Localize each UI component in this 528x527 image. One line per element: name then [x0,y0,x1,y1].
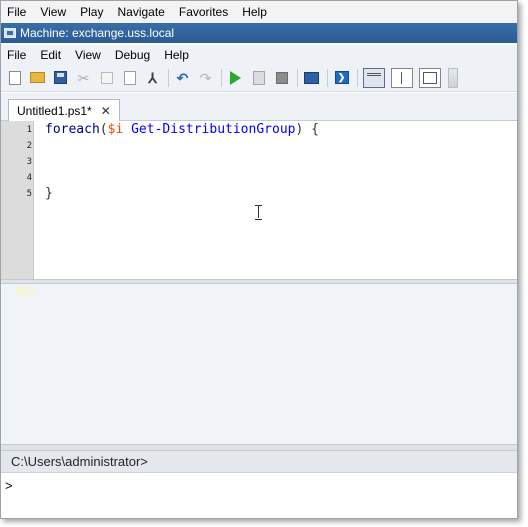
keyword-token: foreach [45,122,100,137]
app-window: File View Play Navigate Favorites Help M… [0,0,518,519]
layout-right-button[interactable] [390,67,414,88]
script-editor[interactable]: 1 2 3 4 5 foreach($i Get-DistributionGro… [1,121,517,279]
new-icon [8,70,21,85]
save-icon [54,71,67,84]
toolbar-separator [168,68,169,87]
close-icon[interactable]: ✕ [101,104,111,118]
paste-button[interactable] [120,68,139,87]
toolbar: ✂ ⅄ ↶ ↷ ❯ [1,64,517,92]
remote-tab-icon [304,71,319,84]
cmdlet-token: Get-DistributionGroup [131,122,296,137]
command-input[interactable] [1,474,517,496]
code-line-1: foreach($i Get-DistributionGroup) { [45,122,319,137]
toolbar-grip[interactable] [448,67,458,88]
command-pane: C:\Users\administrator> [1,451,517,518]
title-bar: Machine: exchange.uss.local [1,23,517,43]
host-menu-file[interactable]: File [7,5,26,19]
tab-label: Untitled1.ps1* [17,103,92,118]
line-number: 2 [26,141,32,151]
cut-button[interactable]: ✂ [74,68,93,87]
host-menu-favorites[interactable]: Favorites [179,5,228,19]
cut-icon: ✂ [77,69,90,86]
host-menu-help[interactable]: Help [242,5,267,19]
layout-right-icon [391,67,413,88]
copy-button[interactable] [97,68,116,87]
toolbar-separator [327,68,328,87]
menu-help[interactable]: Help [164,48,189,62]
menu-edit[interactable]: Edit [40,48,61,62]
punctuation-token: } [45,186,53,201]
text-cursor-icon [255,205,262,220]
code-line-5: } [45,186,53,201]
line-number-gutter: 1 2 3 4 5 [1,121,34,279]
output-pane[interactable]: PS> [1,284,517,444]
prompt-path: C:\Users\administrator> [1,451,517,473]
open-button[interactable] [28,68,47,87]
tab-strip: Untitled1.ps1* ✕ [1,93,517,121]
punctuation-token: ) { [295,122,319,137]
output-text: PS> [15,285,37,299]
run-button[interactable] [226,68,245,87]
run-selection-button[interactable] [249,68,268,87]
line-number: 4 [26,173,32,183]
pane-splitter[interactable] [1,444,517,451]
open-icon [30,72,45,83]
menu-view[interactable]: View [75,48,101,62]
powershell-icon: ❯ [334,71,349,84]
tab-untitled1[interactable]: Untitled1.ps1* ✕ [8,99,120,121]
app-menu-bar: File Edit View Debug Help [1,45,517,64]
layout-max-icon [419,67,441,88]
host-menu-play[interactable]: Play [80,5,103,19]
window-title: Machine: exchange.uss.local [20,26,175,40]
host-menu-bar: File View Play Navigate Favorites Help [1,1,517,23]
line-number: 1 [26,125,32,135]
layout-max-button[interactable] [418,67,442,88]
stop-button[interactable] [272,68,291,87]
host-menu-view[interactable]: View [40,5,66,19]
redo-button[interactable]: ↷ [196,68,215,87]
variable-token: $i [107,122,124,137]
menu-file[interactable]: File [7,48,26,62]
clear-button[interactable]: ⅄ [143,68,162,87]
save-button[interactable] [51,68,70,87]
run-selection-icon [252,70,265,85]
undo-icon: ↶ [176,69,189,86]
punctuation-token: ( [99,122,108,137]
stop-icon [275,71,288,84]
layout-top-icon [363,67,385,88]
undo-button[interactable]: ↶ [173,68,192,87]
line-number: 3 [26,157,32,167]
powershell-button[interactable]: ❯ [332,68,351,87]
remote-tab-button[interactable] [302,68,321,87]
layout-top-button[interactable] [362,67,386,88]
new-button[interactable] [5,68,24,87]
menu-debug[interactable]: Debug [115,48,150,62]
toolbar-separator [297,68,298,87]
clear-icon: ⅄ [148,69,157,86]
toolbar-separator [221,68,222,87]
machine-icon [4,28,16,38]
copy-icon [100,71,113,84]
host-menu-navigate[interactable]: Navigate [117,5,164,19]
toolbar-separator [357,68,358,87]
redo-icon: ↷ [199,69,212,86]
line-number: 5 [26,189,32,199]
paste-icon [123,70,136,85]
run-icon [230,70,241,85]
